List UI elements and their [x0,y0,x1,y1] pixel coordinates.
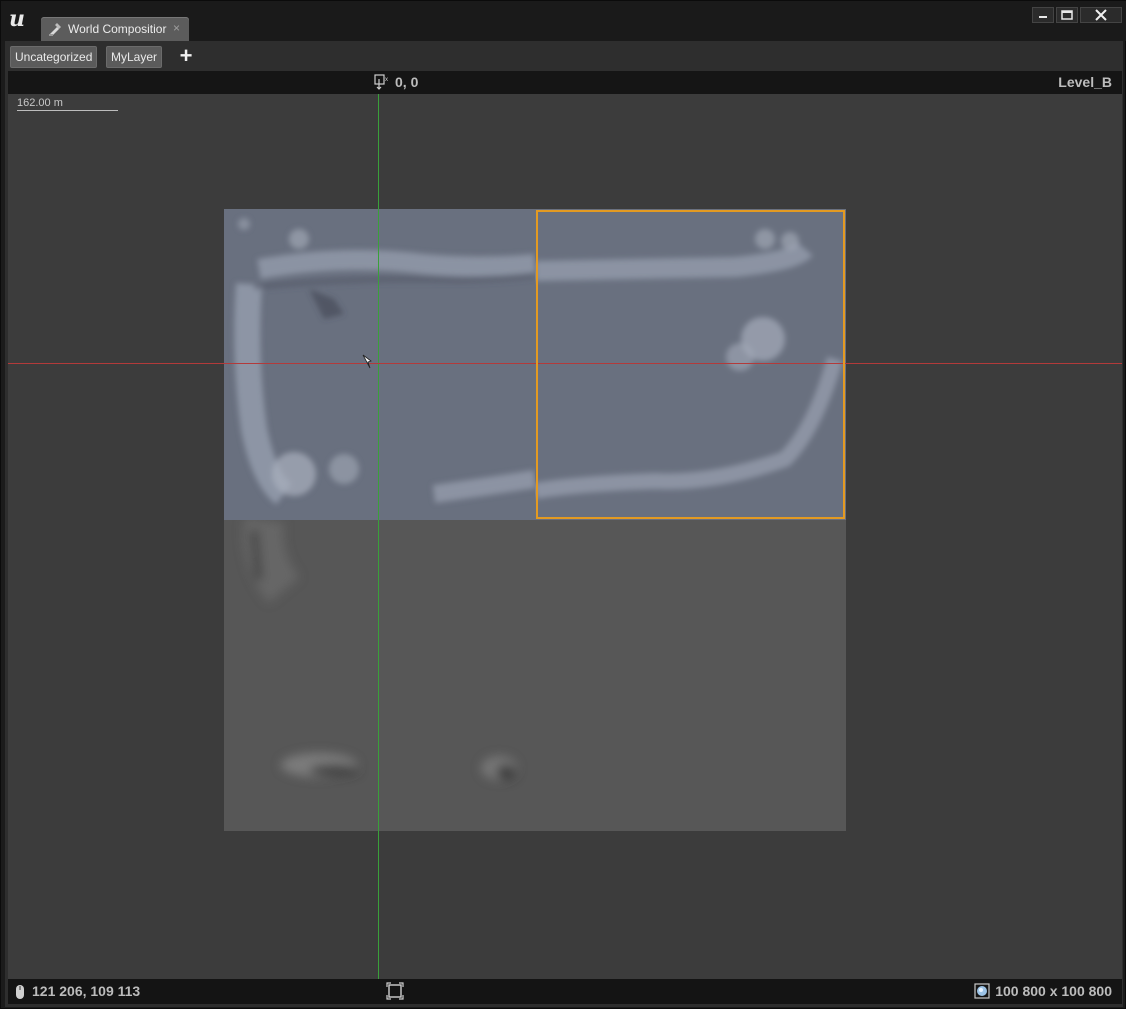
scale-label: 162.00 m [17,97,63,109]
selected-level-outline [536,210,845,519]
tab-world-composition[interactable]: World Compositior × [41,17,189,41]
fit-view-icon[interactable] [386,982,404,1000]
layer-button-uncategorized[interactable]: Uncategorized [10,46,98,68]
maximize-button[interactable] [1056,7,1078,23]
window-controls [1032,7,1122,25]
world-size-label: 100 800 x 100 800 [995,983,1112,999]
scale-bar [17,110,118,111]
world-composition-window: u World Compositior × Uncategorized MyLa… [0,0,1126,1009]
viewport-top-bar: x 0, 0 Level_B [8,71,1122,94]
terrain-heightmap [243,520,517,780]
maximize-icon [1061,10,1073,20]
world-composition-tab-icon [47,21,63,37]
title-bar: u World Compositior × [1,1,1126,41]
mouse-cursor-icon [362,354,376,370]
close-window-button[interactable] [1080,7,1122,23]
world-viewport[interactable]: 162.00 m [8,94,1122,979]
add-layer-button[interactable]: + [174,45,198,68]
close-icon [1095,9,1107,21]
tab-title: World Compositior [68,22,167,36]
current-level-name: Level_B [1058,74,1112,90]
y-axis-line [378,94,379,979]
terrain-heightmap [234,218,535,505]
layer-button-mylayer[interactable]: MyLayer [106,46,163,68]
layer-bar: Uncategorized MyLayer + [5,41,1123,71]
world-size-icon [973,982,991,1000]
level-tile-top-left[interactable] [224,209,535,520]
origin-coordinates: 0, 0 [395,74,419,90]
unreal-logo-icon[interactable]: u [5,6,29,32]
origin-icon[interactable]: x [374,74,390,90]
minimize-button[interactable] [1032,7,1054,23]
level-tile-bottom-left[interactable] [224,520,535,831]
level-tile-bottom-right[interactable] [535,520,846,831]
svg-text:x: x [385,77,388,83]
close-tab-icon[interactable]: × [173,21,180,35]
mouse-world-coordinates: 121 206, 109 113 [32,983,141,999]
viewport-status-bar: 121 206, 109 113 100 800 x 100 800 [8,979,1122,1004]
mouse-icon [14,983,26,1001]
minimize-icon [1039,16,1047,18]
